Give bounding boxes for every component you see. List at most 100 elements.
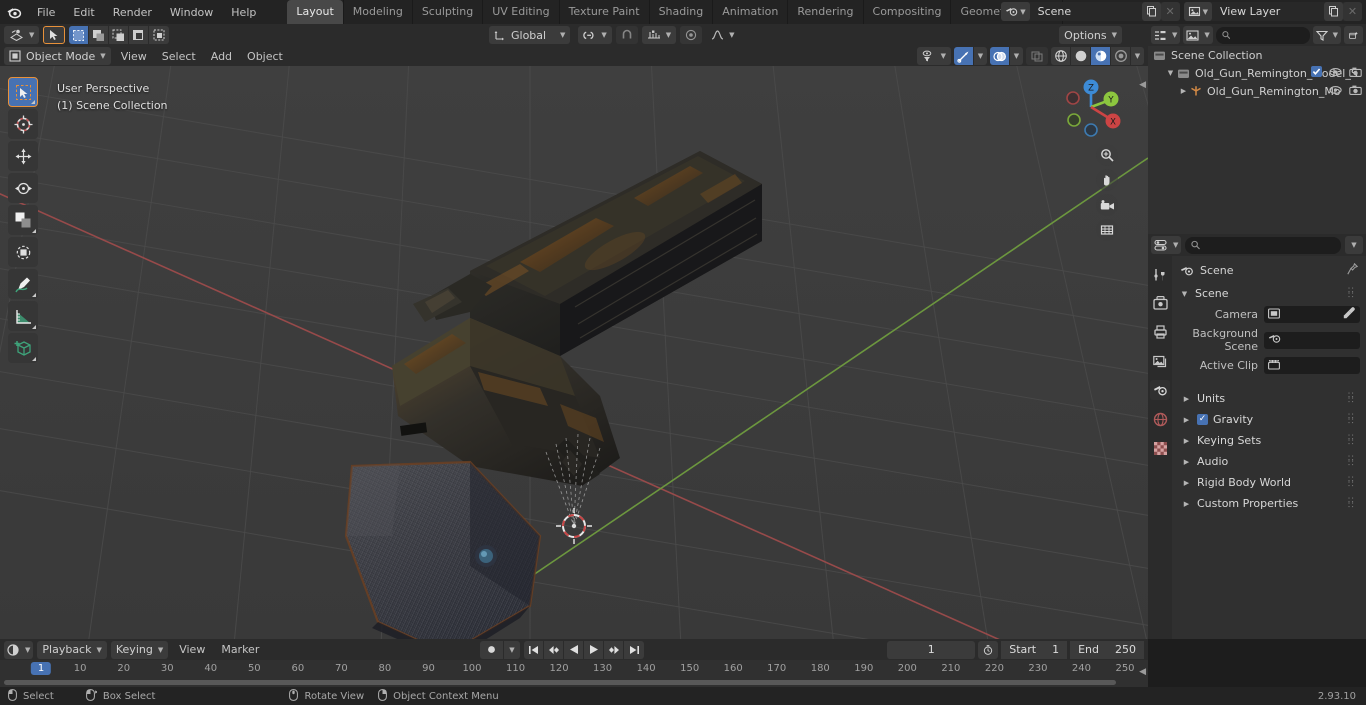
timeline-ruler[interactable]: 1 10 20 30 40 50 60 70 80 90 100 110 120 130 140 150 16… [0, 660, 1148, 679]
panel-disclosure-1[interactable]: ▶ [1181, 416, 1192, 424]
outliner-search-input[interactable] [1215, 26, 1310, 44]
playback-dropdown[interactable]: Playback ▼ [37, 640, 107, 659]
move-tool[interactable] [8, 141, 38, 171]
scene-panel-header[interactable]: ▼ Scene ∷∷ [1172, 283, 1366, 304]
overlay-options-caret[interactable]: ▼ [1010, 47, 1023, 65]
outliner-visibility-icon-2[interactable] [1329, 85, 1342, 98]
end-frame-field[interactable]: End 250 [1070, 640, 1144, 659]
outliner-row-2[interactable]: ▶ Old_Gun_Remington_Mo [1148, 82, 1366, 100]
toggle-orthographic-icon[interactable] [1096, 219, 1118, 241]
workspace-tab-texture-paint[interactable]: Texture Paint [558, 0, 649, 24]
outliner-checkbox-1[interactable] [1311, 66, 1322, 80]
timeline-editor-type-selector[interactable]: ▼ [4, 640, 34, 659]
workspace-tab-layout[interactable]: Layout [287, 0, 343, 24]
use-preview-range-icon[interactable] [978, 640, 999, 659]
timeline-scrollbar-thumb[interactable] [4, 680, 1116, 685]
keying-dropdown[interactable]: Keying ▼ [110, 640, 169, 659]
new-view-layer-button[interactable] [1324, 2, 1343, 21]
jump-to-start-button[interactable] [524, 640, 544, 659]
panel-disclosure-0[interactable]: ▶ [1181, 395, 1192, 403]
transform-orientation-selector[interactable]: Global ▼ [489, 26, 571, 44]
cursor-tool[interactable] [8, 109, 38, 139]
next-keyframe-button[interactable] [604, 640, 624, 659]
workspace-tab-animation[interactable]: Animation [712, 0, 787, 24]
transform-tool[interactable] [8, 237, 38, 267]
camera-view-icon[interactable] [1096, 194, 1118, 216]
navigation-gizmo[interactable]: Z Y X [1060, 76, 1122, 138]
snap-magnet-toggle[interactable] [615, 26, 638, 44]
scene-name-field[interactable]: Scene [1029, 2, 1142, 21]
properties-panel-custom-properties[interactable]: ▶ Custom Properties ∷∷ [1172, 493, 1366, 514]
outliner-editor-type-selector[interactable]: ▼ [1151, 26, 1181, 44]
panel-disclosure-2[interactable]: ▶ [1181, 437, 1192, 445]
outliner-row-1[interactable]: ▼ Old_Gun_Remington_Model_S [1148, 64, 1366, 82]
properties-search-input[interactable] [1185, 236, 1341, 254]
play-button[interactable] [584, 640, 604, 659]
viewport-sidebar-toggle[interactable]: ◀ [1139, 80, 1146, 90]
shading-options-caret[interactable]: ▼ [1131, 47, 1144, 65]
annotate-tool[interactable] [8, 269, 38, 299]
panel-disclosure-5[interactable]: ▶ [1181, 500, 1192, 508]
play-reverse-button[interactable] [564, 640, 584, 659]
workspace-tab-rendering[interactable]: Rendering [787, 0, 862, 24]
properties-panel-keying-sets[interactable]: ▶ Keying Sets ∷∷ [1172, 430, 1366, 451]
top-menu-render[interactable]: Render [104, 3, 161, 22]
scene-field-input-2[interactable] [1264, 357, 1360, 374]
auto-keying-toggle[interactable] [480, 640, 504, 659]
proportional-editing-falloff-selector[interactable]: ▼ [641, 26, 677, 44]
viewport-menu-select[interactable]: Select [155, 48, 203, 65]
top-menu-window[interactable]: Window [161, 3, 222, 22]
scale-tool[interactable] [8, 205, 38, 235]
viewport-menu-view[interactable]: View [114, 48, 154, 65]
panel-checkbox-1[interactable]: ✓ [1197, 414, 1208, 425]
properties-panel-rigid-body-world[interactable]: ▶ Rigid Body World ∷∷ [1172, 472, 1366, 493]
falloff-curve-selector[interactable]: ▼ [706, 26, 739, 44]
scene-selector[interactable]: ▼ Scene ✕ [1001, 2, 1180, 21]
jump-to-end-button[interactable] [624, 640, 644, 659]
scene-tab[interactable] [1150, 380, 1170, 400]
tool-tab[interactable] [1150, 264, 1170, 284]
select-subtract-icon[interactable] [109, 26, 130, 44]
timeline-menu-view[interactable]: View [172, 641, 212, 658]
select-box-tool[interactable] [8, 77, 38, 107]
select-extend-icon[interactable] [89, 26, 110, 44]
properties-panel-units[interactable]: ▶ Units ∷∷ [1172, 388, 1366, 409]
properties-editor-type-selector[interactable]: ▼ [1151, 236, 1182, 254]
select-new-icon[interactable] [69, 26, 90, 44]
texture-tab[interactable] [1150, 438, 1170, 458]
select-invert-icon[interactable] [129, 26, 150, 44]
scene-field-input-0[interactable] [1264, 306, 1360, 323]
panel-disclosure-4[interactable]: ▶ [1181, 479, 1192, 487]
current-frame-field[interactable]: 1 [887, 640, 976, 659]
timeline-sidebar-toggle[interactable]: ◀ [1139, 667, 1146, 677]
timeline-menu-marker[interactable]: Marker [214, 641, 266, 658]
material-preview-shading-icon[interactable] [1091, 47, 1111, 65]
rotate-tool[interactable] [8, 173, 38, 203]
workspace-tab-modeling[interactable]: Modeling [342, 0, 412, 24]
outliner-render-icon-2[interactable] [1349, 85, 1362, 98]
measure-tool[interactable] [8, 301, 38, 331]
outliner-disclosure-1[interactable]: ▼ [1165, 69, 1176, 77]
outliner-new-collection-button[interactable] [1344, 26, 1363, 44]
interaction-mode-selector[interactable]: Object Mode ▼ [4, 47, 111, 65]
properties-options-dropdown[interactable]: ▼ [1345, 236, 1363, 254]
workspace-tab-uv-editing[interactable]: UV Editing [482, 0, 558, 24]
properties-panel-audio[interactable]: ▶ Audio ∷∷ [1172, 451, 1366, 472]
current-frame-marker[interactable]: 1 [30, 662, 52, 675]
top-menu-file[interactable]: File [28, 3, 64, 22]
workspace-tab-sculpting[interactable]: Sculpting [411, 0, 482, 24]
add-cube-tool[interactable] [8, 333, 38, 363]
workspace-tab-shading[interactable]: Shading [648, 0, 713, 24]
remove-view-layer-button[interactable]: ✕ [1343, 2, 1362, 21]
new-scene-button[interactable] [1141, 2, 1161, 21]
gizmo-options-caret[interactable]: ▼ [974, 47, 987, 65]
outliner-render-icon-1[interactable] [1349, 67, 1362, 80]
wireframe-shading-icon[interactable] [1051, 47, 1071, 65]
properties-search-field[interactable] [1204, 239, 1335, 251]
view-layer-name-field[interactable]: View Layer [1212, 2, 1324, 21]
panel-disclosure-3[interactable]: ▶ [1181, 458, 1192, 466]
scene-field-input-1[interactable] [1264, 331, 1360, 349]
rendered-shading-icon[interactable] [1111, 47, 1131, 65]
show-gizmo-icon[interactable] [954, 47, 974, 65]
blender-logo-icon[interactable] [0, 4, 28, 20]
